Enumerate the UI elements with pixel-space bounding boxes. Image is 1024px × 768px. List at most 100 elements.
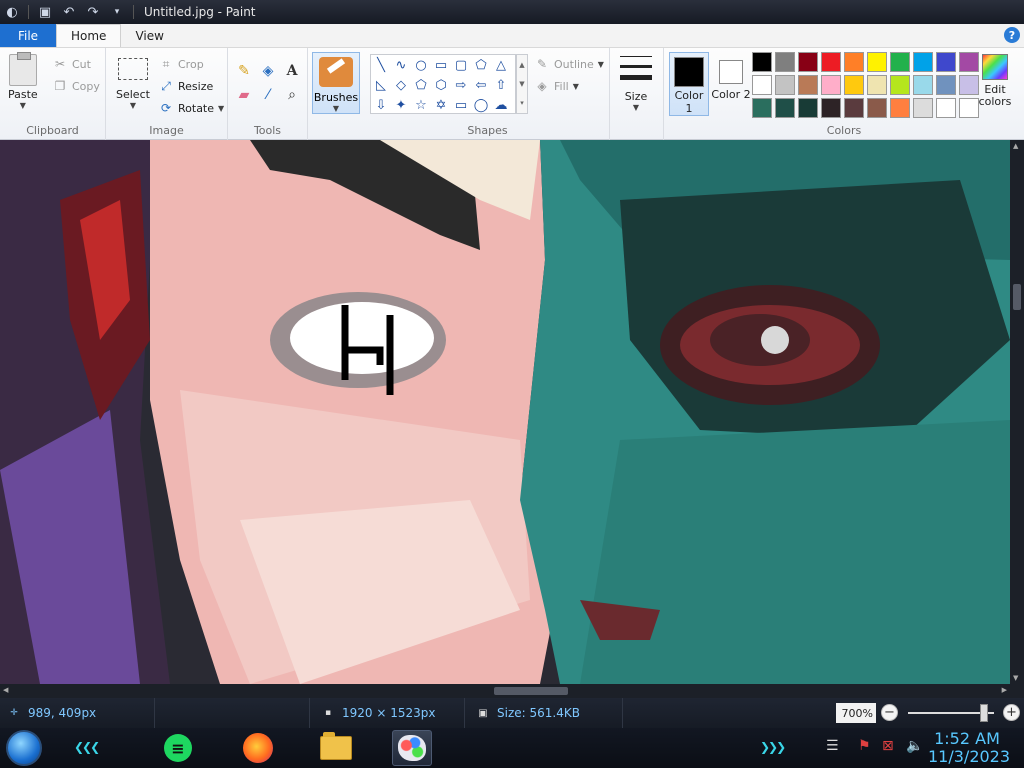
scroll-thumb[interactable] — [1013, 284, 1021, 310]
fill-bucket-icon[interactable]: ◈ — [257, 60, 279, 82]
window-title: Untitled.jpg - Paint — [144, 5, 256, 19]
image-dimensions: ▪ 1920 × 1523px — [310, 698, 465, 728]
expand-icon[interactable]: ▾ — [520, 99, 524, 107]
taskbar-file-explorer[interactable] — [316, 730, 356, 766]
five-point-star-shape-icon[interactable]: ☆ — [411, 95, 431, 115]
chevron-down-icon[interactable]: ▼ — [519, 80, 524, 88]
right-triangle-shape-icon[interactable]: ◺ — [371, 75, 391, 95]
cloud-callout-shape-icon[interactable]: ☁ — [491, 95, 511, 115]
text-icon[interactable]: A — [281, 60, 303, 82]
rotate-button[interactable]: ⟳ Rotate ▼ — [158, 100, 224, 116]
selection-size — [155, 698, 310, 728]
rounded-rectangle-shape-icon[interactable]: ▢ — [451, 55, 471, 75]
save-icon[interactable]: ▣ — [36, 3, 54, 21]
network-icon[interactable]: ⊠ — [882, 738, 894, 754]
pencil-icon[interactable]: ✎ — [233, 60, 255, 82]
paste-button[interactable]: Paste ▼ — [8, 52, 38, 110]
start-button[interactable] — [6, 730, 42, 766]
taskbar-spotify[interactable]: ≡ — [158, 730, 198, 766]
zoom-slider-thumb[interactable] — [980, 704, 988, 722]
resize-icon: ⤢ — [161, 78, 171, 93]
help-icon[interactable]: ? — [1004, 27, 1020, 43]
image-size-icon: ▪ — [324, 708, 332, 718]
tab-home[interactable]: Home — [56, 24, 122, 47]
rect-callout-shape-icon[interactable]: ▭ — [451, 95, 471, 115]
outline-button[interactable]: ✎ Outline ▼ — [534, 56, 604, 72]
oval-shape-icon[interactable]: ○ — [411, 55, 431, 75]
tab-file[interactable]: File — [0, 24, 56, 47]
scissors-icon: ✂ — [54, 57, 66, 71]
chevron-down-icon: ▼ — [332, 104, 340, 113]
drawing-canvas[interactable] — [0, 140, 1010, 684]
zoom-out-button[interactable]: − — [881, 704, 898, 721]
scroll-thumb[interactable] — [494, 687, 568, 695]
brushes-button[interactable]: Brushes ▼ — [312, 52, 360, 114]
chevron-up-icon[interactable]: ▲ — [1013, 142, 1018, 150]
tray-overflow-icon[interactable]: ☰ — [826, 738, 839, 754]
resize-button[interactable]: ⤢ Resize — [158, 78, 213, 94]
chevron-down-icon: ▼ — [19, 101, 26, 110]
ribbon-tabs: File Home View ? — [0, 24, 1024, 48]
copy-button[interactable]: ❐ Copy — [52, 78, 100, 94]
left-arrow-shape-icon[interactable]: ⇦ — [471, 75, 491, 95]
four-point-star-shape-icon[interactable]: ✦ — [391, 95, 411, 115]
volume-icon[interactable]: 🔈 — [906, 738, 923, 754]
fill-button[interactable]: ◈ Fill ▼ — [534, 78, 578, 94]
clipboard-icon — [8, 52, 37, 86]
tab-view[interactable]: View — [121, 24, 177, 47]
chevron-down-icon: ▼ — [218, 103, 225, 113]
chevron-left-icon[interactable]: ◀ — [3, 686, 8, 694]
undo-icon[interactable]: ↶ — [60, 3, 78, 21]
cut-button[interactable]: ✂ Cut — [52, 56, 91, 72]
chevron-down-icon: ▼ — [632, 103, 640, 112]
line-shape-icon[interactable]: ╲ — [371, 55, 391, 75]
diamond-shape-icon[interactable]: ◇ — [391, 75, 411, 95]
hexagon-shape-icon[interactable]: ⬡ — [431, 75, 451, 95]
vertical-scrollbar[interactable]: ▲ ▼ — [1010, 140, 1024, 684]
size-group: Size ▼ — [610, 48, 664, 140]
six-point-star-shape-icon[interactable]: ✡ — [431, 95, 451, 115]
polygon-shape-icon[interactable]: ⬠ — [471, 55, 491, 75]
copy-icon: ❐ — [54, 79, 66, 93]
shapes-gallery: ╲ ∿ ○ ▭ ▢ ⬠ △ ◺ ◇ ⬠ ⬡ ⇨ ⇦ ⇧ ⇩ ✦ ☆ ✡ ▭ ◯ … — [370, 54, 516, 114]
action-center-icon[interactable]: ⚑ — [858, 738, 871, 754]
colors-group: Colors — [664, 48, 1024, 140]
redo-icon[interactable]: ↷ — [84, 3, 102, 21]
color-picker-icon[interactable]: ⁄ — [257, 84, 279, 106]
cursor-position: ✛ 989, 409px — [0, 698, 155, 728]
down-arrow-shape-icon[interactable]: ⇩ — [371, 95, 391, 115]
chevron-down-icon: ▼ — [129, 101, 137, 110]
clipboard-group: Paste ▼ ✂ Cut ❐ Copy Clipboard — [0, 48, 106, 140]
title-bar: ◐ ▣ ↶ ↷ ▾ Untitled.jpg - Paint — [0, 0, 1024, 24]
clock[interactable]: 1:52 AM 11/3/2023 — [928, 728, 1010, 768]
triangle-shape-icon[interactable]: △ — [491, 55, 511, 75]
chevron-decoration-icon: ❯❯❯ — [760, 740, 786, 754]
image-group: Select ▼ ⌗ Crop ⤢ Resize ⟳ Rotate ▼ Imag… — [106, 48, 228, 140]
curve-shape-icon[interactable]: ∿ — [391, 55, 411, 75]
size-button[interactable]: Size ▼ — [620, 56, 652, 112]
group-label: Clipboard — [26, 124, 79, 137]
select-button[interactable]: Select ▼ — [116, 58, 150, 110]
customize-toolbar-icon[interactable]: ▾ — [108, 3, 126, 21]
right-arrow-shape-icon[interactable]: ⇨ — [451, 75, 471, 95]
shapes-scrollbar[interactable]: ▲ ▼ ▾ — [516, 54, 528, 114]
crop-button[interactable]: ⌗ Crop — [158, 56, 204, 72]
paint-icon — [398, 735, 426, 761]
zoom-level[interactable]: 700% — [836, 703, 876, 723]
up-arrow-shape-icon[interactable]: ⇧ — [491, 75, 511, 95]
spotify-icon: ≡ — [164, 734, 192, 762]
pentagon-shape-icon[interactable]: ⬠ — [411, 75, 431, 95]
rectangle-shape-icon[interactable]: ▭ — [431, 55, 451, 75]
chevron-right-icon[interactable]: ▶ — [1002, 686, 1007, 694]
oval-callout-shape-icon[interactable]: ◯ — [471, 95, 491, 115]
taskbar-paint[interactable] — [392, 730, 432, 766]
taskbar-firefox[interactable] — [238, 730, 278, 766]
chevron-up-icon[interactable]: ▲ — [519, 61, 524, 69]
zoom-in-button[interactable]: + — [1003, 704, 1020, 721]
magnifier-icon[interactable]: ⌕ — [281, 84, 303, 106]
horizontal-scrollbar[interactable]: ◀ ▶ — [0, 684, 1010, 698]
paint-app-icon[interactable]: ◐ — [3, 3, 21, 21]
eraser-icon[interactable]: ▰ — [233, 84, 255, 106]
chevron-down-icon[interactable]: ▼ — [1013, 674, 1018, 682]
group-label: Image — [149, 124, 184, 137]
